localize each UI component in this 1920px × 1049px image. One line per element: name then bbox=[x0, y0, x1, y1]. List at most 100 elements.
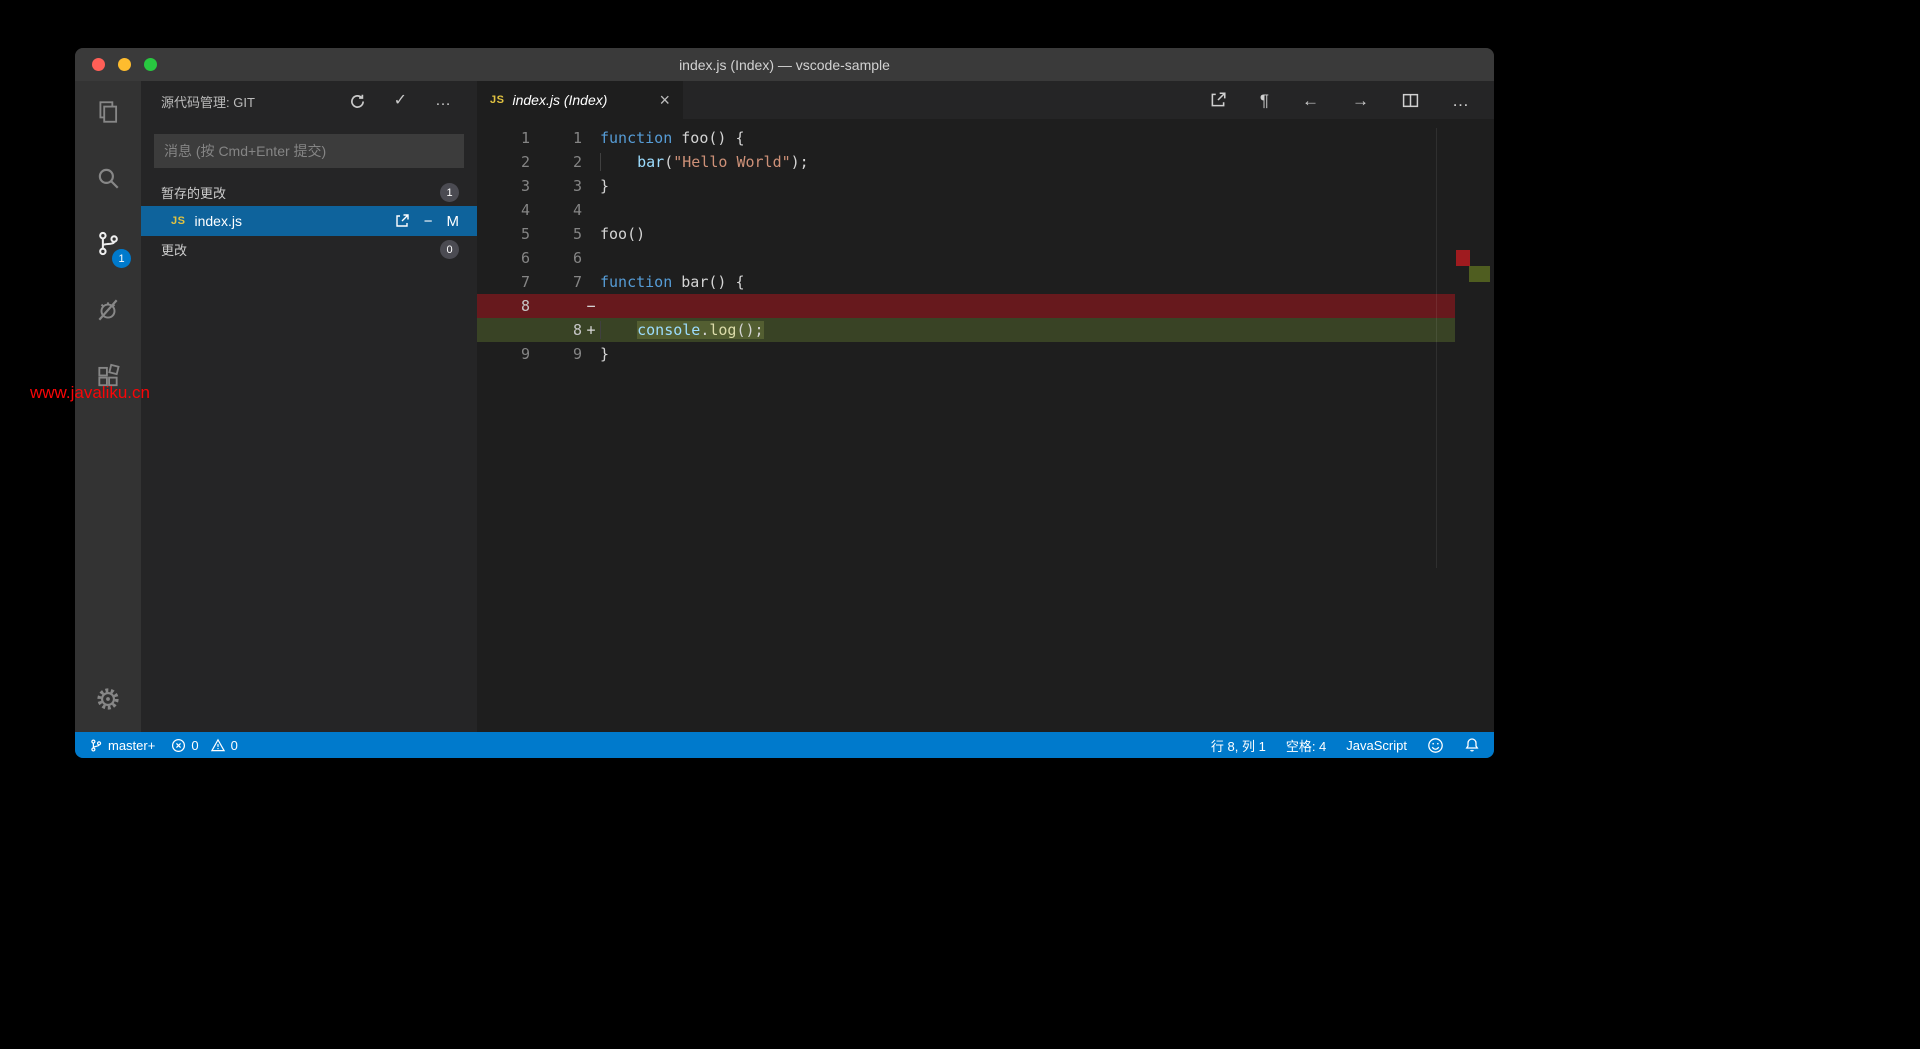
close-window-button[interactable] bbox=[92, 58, 105, 71]
search-icon bbox=[95, 165, 121, 196]
refresh-icon[interactable] bbox=[349, 93, 366, 110]
staged-changes-header[interactable]: 暂存的更改 1 bbox=[141, 179, 477, 206]
code-line[interactable]: 2 2 bar("Hello World"); bbox=[477, 150, 1455, 174]
cursor-position-status[interactable]: 行 8, 列 1 bbox=[1211, 736, 1266, 755]
gear-icon bbox=[94, 685, 122, 718]
warning-icon bbox=[210, 738, 226, 753]
code-line[interactable]: 44 bbox=[477, 198, 1455, 222]
branch-icon bbox=[89, 738, 103, 753]
status-bar: master+ 0 0 行 8, 列 1 空格: 4 JavaScript bbox=[75, 732, 1494, 758]
inline-added-highlight: console.log(); bbox=[637, 321, 764, 339]
unstage-minus-icon[interactable]: − bbox=[424, 214, 433, 229]
scrollbar[interactable] bbox=[1436, 128, 1437, 568]
diff-marker: − bbox=[586, 297, 596, 315]
code-text: function bar() { bbox=[600, 273, 745, 291]
sidebar-actions: ✓ … bbox=[349, 93, 451, 110]
explorer-activity-button[interactable] bbox=[75, 81, 141, 147]
changes-count-badge: 0 bbox=[440, 240, 459, 259]
next-change-icon[interactable]: → bbox=[1352, 92, 1369, 109]
debug-activity-button[interactable] bbox=[75, 279, 141, 345]
code-line[interactable]: 8 + console.log(); bbox=[477, 318, 1455, 342]
diff-marker: + bbox=[586, 321, 596, 339]
diff-marker bbox=[582, 342, 600, 366]
source-control-activity-button[interactable]: 1 bbox=[75, 213, 141, 279]
tab-label: index.js (Index) bbox=[512, 92, 608, 108]
overview-ruler-removed-mark bbox=[1456, 250, 1470, 266]
problems-status[interactable]: 0 0 bbox=[171, 738, 238, 753]
git-branch-status[interactable]: master+ bbox=[89, 738, 155, 753]
diff-marker bbox=[582, 174, 600, 198]
code-line[interactable]: 3 3} bbox=[477, 174, 1455, 198]
new-line-number: 8 bbox=[572, 321, 582, 339]
split-editor-icon[interactable] bbox=[1402, 92, 1419, 109]
commit-check-icon[interactable]: ✓ bbox=[394, 93, 407, 109]
code-text: foo() bbox=[600, 225, 646, 243]
code-line[interactable]: 7 7 function bar() { bbox=[477, 270, 1455, 294]
section-label: 更改 bbox=[161, 243, 188, 258]
js-file-icon: JS bbox=[490, 94, 505, 106]
scm-sidebar: 源代码管理: GIT ✓ … 暂存的更改 1 JS index.js bbox=[141, 81, 477, 732]
new-line-number: 9 bbox=[572, 345, 582, 363]
extensions-activity-button[interactable] bbox=[75, 345, 141, 411]
files-icon bbox=[95, 99, 121, 130]
old-line-number: 9 bbox=[520, 345, 530, 363]
extensions-icon bbox=[95, 363, 121, 394]
code-text: function foo() { bbox=[600, 129, 745, 147]
file-name: index.js bbox=[194, 213, 242, 229]
toggle-whitespace-icon[interactable]: ¶ bbox=[1260, 92, 1269, 109]
indent-guide bbox=[600, 153, 638, 171]
feedback-smiley-icon[interactable] bbox=[1427, 737, 1444, 754]
diff-lines[interactable]: 1 1 function foo() {2 2 bar("Hello World");… bbox=[477, 119, 1494, 732]
code-line[interactable]: 8− bbox=[477, 294, 1455, 318]
code-line[interactable]: 9 9} bbox=[477, 342, 1455, 366]
code-text: bar("Hello World"); bbox=[600, 150, 1455, 174]
indentation-status[interactable]: 空格: 4 bbox=[1286, 736, 1326, 755]
new-line-number: 6 bbox=[572, 249, 582, 267]
settings-gear-button[interactable] bbox=[75, 670, 141, 732]
old-line-number: 4 bbox=[520, 201, 530, 219]
code-line[interactable]: 1 1 function foo() { bbox=[477, 126, 1455, 150]
commit-message-input[interactable] bbox=[154, 134, 464, 168]
tab-bar: JS index.js (Index) × ¶ ← → … bbox=[477, 81, 1494, 119]
old-line-number bbox=[477, 318, 530, 342]
staged-count-badge: 1 bbox=[440, 183, 459, 202]
old-line-number: 3 bbox=[520, 177, 530, 195]
section-label: 暂存的更改 bbox=[161, 186, 227, 201]
changes-header[interactable]: 更改 0 bbox=[141, 236, 477, 263]
search-activity-button[interactable] bbox=[75, 147, 141, 213]
new-line-number: 5 bbox=[572, 225, 582, 243]
file-row-actions: − M bbox=[394, 213, 459, 229]
diff-marker bbox=[582, 126, 600, 150]
old-line-number: 7 bbox=[520, 273, 530, 291]
previous-change-icon[interactable]: ← bbox=[1302, 92, 1319, 109]
diff-marker bbox=[582, 198, 600, 222]
new-line-number: 7 bbox=[572, 273, 582, 291]
modified-status-letter: M bbox=[446, 212, 460, 230]
new-line-number: 1 bbox=[572, 129, 582, 147]
language-mode-status[interactable]: JavaScript bbox=[1346, 738, 1407, 753]
more-actions-icon[interactable]: … bbox=[435, 93, 451, 109]
staged-file-row[interactable]: JS index.js − M bbox=[141, 206, 477, 236]
code-line[interactable]: 66 bbox=[477, 246, 1455, 270]
code-line[interactable]: 5 5 foo() bbox=[477, 222, 1455, 246]
editor-more-actions-icon[interactable]: … bbox=[1452, 92, 1469, 109]
old-line-number: 2 bbox=[520, 153, 530, 171]
overview-ruler-added-mark bbox=[1469, 266, 1490, 282]
tab-indexjs[interactable]: JS index.js (Index) × bbox=[477, 81, 683, 119]
branch-name: master+ bbox=[108, 737, 156, 753]
zoom-window-button[interactable] bbox=[144, 58, 157, 71]
open-file-icon[interactable] bbox=[394, 213, 410, 229]
minimize-window-button[interactable] bbox=[118, 58, 131, 71]
warning-group: 0 bbox=[210, 738, 238, 753]
editor-toolbar: ¶ ← → … bbox=[1209, 81, 1494, 119]
js-file-icon: JS bbox=[171, 215, 186, 227]
diff-marker bbox=[582, 150, 600, 174]
open-changes-icon[interactable] bbox=[1209, 91, 1227, 109]
close-tab-icon[interactable]: × bbox=[659, 91, 670, 109]
notifications-bell-icon[interactable] bbox=[1464, 737, 1480, 753]
window-controls bbox=[92, 48, 157, 81]
scm-count-badge: 1 bbox=[112, 249, 131, 268]
